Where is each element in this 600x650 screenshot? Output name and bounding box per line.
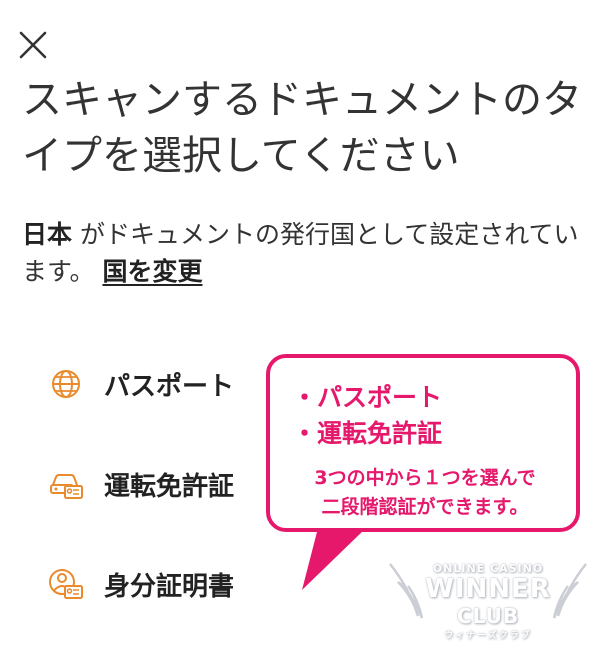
page-title: スキャンするドキュメントのタイプを選択してください [22,77,582,179]
option-id-card[interactable]: 身分証明書 [48,556,234,612]
option-passport-label: パスポート [104,371,235,402]
callout-desc-line-1: 3つの中から１つを選んで [314,467,536,489]
option-drivers-license-label: 運転免許証 [104,471,235,502]
close-icon [19,31,47,59]
watermark-bottom-text: ウィナーズクラブ [444,631,532,641]
callout-bullet-passport: ・パスポート [292,383,443,412]
callout-description: 3つの中から１つを選んで 二段階認証ができます。 [292,464,566,522]
callout-desc-line-2: 二段階認証ができます。 [321,496,529,518]
option-passport[interactable]: パスポート [48,356,234,412]
watermark-logo: ONLINE CASINO WINNER CLUB ウィナーズクラブ [388,556,588,646]
callout-bubble: ・パスポート ・運転免許証 3つの中から１つを選んで 二段階認証ができます。 [266,354,580,532]
issuing-country: 日本 [22,220,73,249]
watermark-sub-text: CLUB [456,604,520,628]
option-id-card-label: 身分証明書 [104,571,235,602]
option-drivers-license[interactable]: 運転免許証 [48,456,234,512]
id-card-icon [49,569,83,599]
callout-bullet-license: ・運転免許証 [292,419,443,448]
change-country-link[interactable]: 国を変更 [102,257,202,286]
close-button[interactable] [16,28,50,62]
globe-icon [52,370,80,398]
issuing-country-notice: 日本 がドキュメントの発行国として設定されています。 国を変更 [22,216,582,290]
document-type-screen: スキャンするドキュメントのタイプを選択してください 日本 がドキュメントの発行国… [0,0,600,650]
watermark-main-text: WINNER [425,574,551,604]
car-license-icon [50,474,83,499]
